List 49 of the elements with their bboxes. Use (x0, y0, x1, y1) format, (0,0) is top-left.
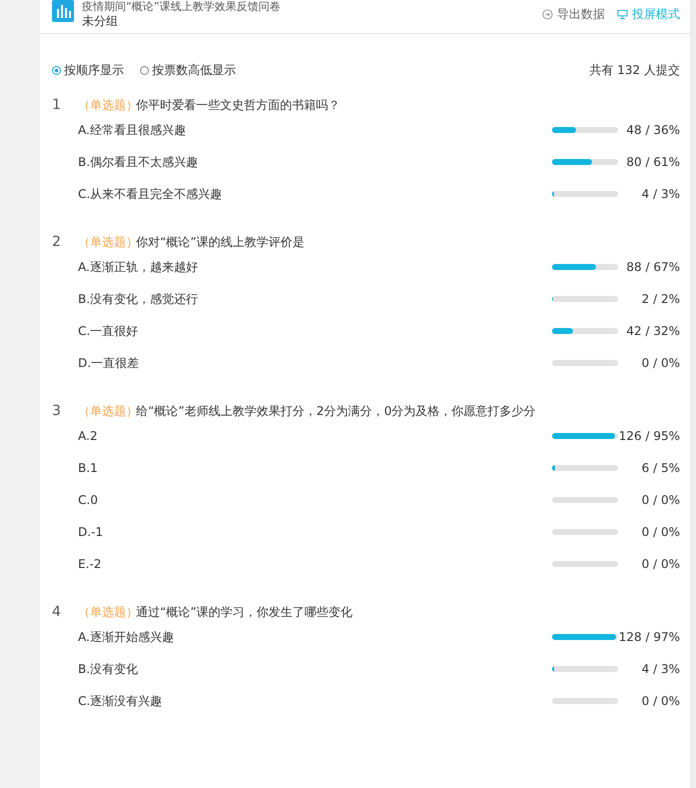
sort-radio[interactable]: 按票数高低显示 (140, 62, 236, 79)
option-label: B.没有变化，感觉还行 (78, 290, 200, 308)
question-number: 4 (52, 604, 62, 620)
option-label: C.一直很好 (78, 322, 140, 340)
option-label: B.没有变化 (78, 660, 140, 678)
vote-result: 0 / 0% (640, 356, 680, 370)
question-text: 通过“概论”课的学习，你发生了哪些变化 (136, 604, 352, 621)
option-label: B.1 (78, 461, 99, 475)
vote-result: 4 / 3% (640, 662, 680, 676)
option-label: A.经常看且很感兴趣 (78, 122, 187, 138)
vote-result: 42 / 32% (625, 324, 680, 338)
question-text: 给“概论”老师线上教学效果打分，2分为满分，0分为及格，你愿意打多少分 (136, 403, 536, 420)
vote-result: 2 / 2% (640, 292, 680, 306)
vote-result: 4 / 3% (640, 187, 680, 201)
question-text: 你对“概论”课的线上教学评价是 (136, 234, 304, 251)
export-icon (542, 9, 553, 20)
vote-result: 0 / 0% (640, 694, 680, 708)
question-number: 2 (52, 234, 62, 250)
question-text: 你平时爱看一些文史哲方面的书籍吗？ (136, 97, 340, 114)
export-button[interactable]: 导出数据 (542, 6, 605, 23)
question-type: （单选题） (78, 234, 138, 251)
option-label: C.0 (78, 493, 99, 507)
vote-result: 80 / 61% (625, 155, 680, 169)
question-number: 1 (52, 97, 62, 113)
vote-result: 48 / 36% (625, 123, 680, 137)
option-label: D.-1 (78, 525, 104, 539)
submission-count: 共有 132 人提交 (589, 62, 680, 79)
vote-result: 0 / 0% (640, 557, 680, 571)
question-type: （单选题） (78, 604, 138, 621)
option-label: A.2 (78, 429, 98, 443)
option-label: A.逐渐开始感兴趣 (78, 628, 175, 646)
vote-result: 0 / 0% (640, 525, 680, 539)
vote-result: 0 / 0% (640, 493, 680, 507)
vote-result: 6 / 5% (640, 461, 680, 475)
vote-result: 126 / 95% (618, 429, 680, 443)
monitor-icon (617, 9, 628, 20)
option-label: A.逐渐正轨，越来越好 (78, 258, 199, 276)
question-number: 3 (52, 403, 62, 419)
vote-result: 128 / 97% (618, 630, 680, 644)
option-label: C.从来不看且完全不感兴趣 (78, 186, 224, 202)
group-label: 未分组 (82, 14, 119, 28)
option-label: D.一直很差 (78, 354, 140, 372)
sort-radio[interactable]: 按顺序显示 (52, 62, 124, 79)
option-label: C.逐渐没有兴趣 (78, 692, 164, 710)
option-label: E.-2 (78, 557, 102, 571)
survey-title: 疫情期间“概论”课线上教学效果反馈问卷 (82, 0, 280, 14)
question-type: （单选题） (78, 97, 138, 114)
option-label: B.偶尔看且不太感兴趣 (78, 154, 200, 170)
vote-result: 88 / 67% (625, 260, 680, 274)
